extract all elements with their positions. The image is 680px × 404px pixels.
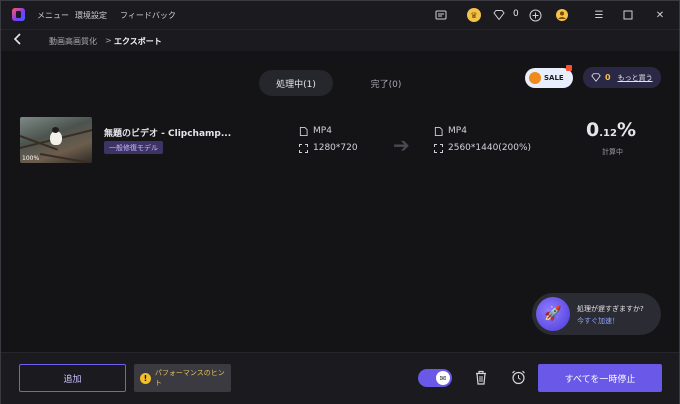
progress-status: 計算中 [602,148,623,156]
sale-badge [566,65,572,71]
mail-icon: ✉ [436,371,450,385]
progress-percent: 0.12% [586,119,636,141]
convert-arrow-icon: ➔ [393,133,410,157]
breadcrumb: 動画高画質化 > エクスポート [1,29,679,51]
source-format: MP4 [299,126,332,136]
title-bar: メニュー 環境設定 フィードバック ♛ 0 ☰ ✕ [1,1,679,29]
menu-item-menu[interactable]: メニュー [37,10,69,21]
buy-more-link[interactable]: もっと買う [618,73,653,83]
progress-int: 0 [586,119,600,141]
message-icon[interactable] [433,7,449,23]
footer-bar: 追加 ! パフォーマンスのヒント ✉ すべてを一時停止 [1,352,679,404]
thumb-branch [39,153,92,163]
account-avatar-icon[interactable] [554,7,570,23]
file-icon [299,126,308,136]
breadcrumb-separator: > [105,36,112,45]
app-logo-icon [12,8,25,21]
resolution-icon [434,143,443,153]
add-credits-icon[interactable] [527,7,543,23]
source-resolution: 1280*720 [299,143,358,153]
progress-unit: % [616,119,636,141]
crown-coin-icon[interactable]: ♛ [467,8,481,22]
tab-processing[interactable]: 処理中(1) [259,70,333,96]
rocket-icon: 🚀 [536,297,570,331]
breadcrumb-parent[interactable]: 動画高画質化 [49,36,97,47]
model-badge: 一般修復モデル [104,141,163,154]
tab-completed[interactable]: 完了(0) [349,70,423,96]
video-title: 無題のビデオ ‐ Clipchamp... [104,129,232,139]
diamond-icon [591,73,601,82]
menu-item-feedback[interactable]: フィードバック [120,10,176,21]
target-format: MP4 [434,126,467,136]
hamburger-menu-icon[interactable]: ☰ [591,7,607,23]
thumbnail-label: 100% [22,155,40,162]
add-button[interactable]: 追加 [19,364,126,392]
target-resolution-label: 2560*1440(200%) [448,143,532,153]
speedup-question: 処理が遅すぎますか? [577,305,644,313]
breadcrumb-current: エクスポート [114,37,162,46]
thumb-bird-head [52,127,59,133]
buy-more-button[interactable]: 0 もっと買う [583,67,661,88]
trash-icon[interactable] [471,367,491,387]
sale-label: SALE [544,74,564,82]
source-resolution-label: 1280*720 [313,143,358,153]
maximize-icon[interactable] [620,7,636,23]
diamond-icon [491,7,507,23]
resolution-icon [299,143,308,153]
sale-button[interactable]: SALE [525,65,573,88]
progress-dec: .12 [599,128,617,139]
thumb-bird [50,131,62,145]
promo-gem-count: 0 [605,73,611,82]
alarm-clock-icon[interactable] [508,367,528,387]
speedup-toast[interactable]: 🚀 処理が遅すぎますか? 今すぐ加速！ [532,293,661,335]
gem-count: 0 [513,9,519,19]
pause-all-button[interactable]: すべてを一時停止 [538,364,662,392]
menu-item-settings[interactable]: 環境設定 [75,10,107,21]
warning-icon: ! [140,372,151,384]
performance-hint-button[interactable]: ! パフォーマンスのヒント [134,364,231,392]
email-notify-toggle[interactable]: ✉ [418,369,452,387]
back-icon[interactable] [13,33,27,47]
close-icon[interactable]: ✕ [652,7,668,23]
target-format-label: MP4 [448,126,467,136]
source-format-label: MP4 [313,126,332,136]
video-thumbnail: 100% [20,117,92,163]
app-window: メニュー 環境設定 フィードバック ♛ 0 ☰ ✕ 動画高画質化 > エクスポー… [0,0,680,404]
target-resolution: 2560*1440(200%) [434,143,531,153]
file-icon [434,126,443,136]
hint-label: パフォーマンスのヒント [154,369,225,387]
speedup-link[interactable]: 今すぐ加速！ [577,316,619,326]
sale-coin-icon [529,72,541,84]
